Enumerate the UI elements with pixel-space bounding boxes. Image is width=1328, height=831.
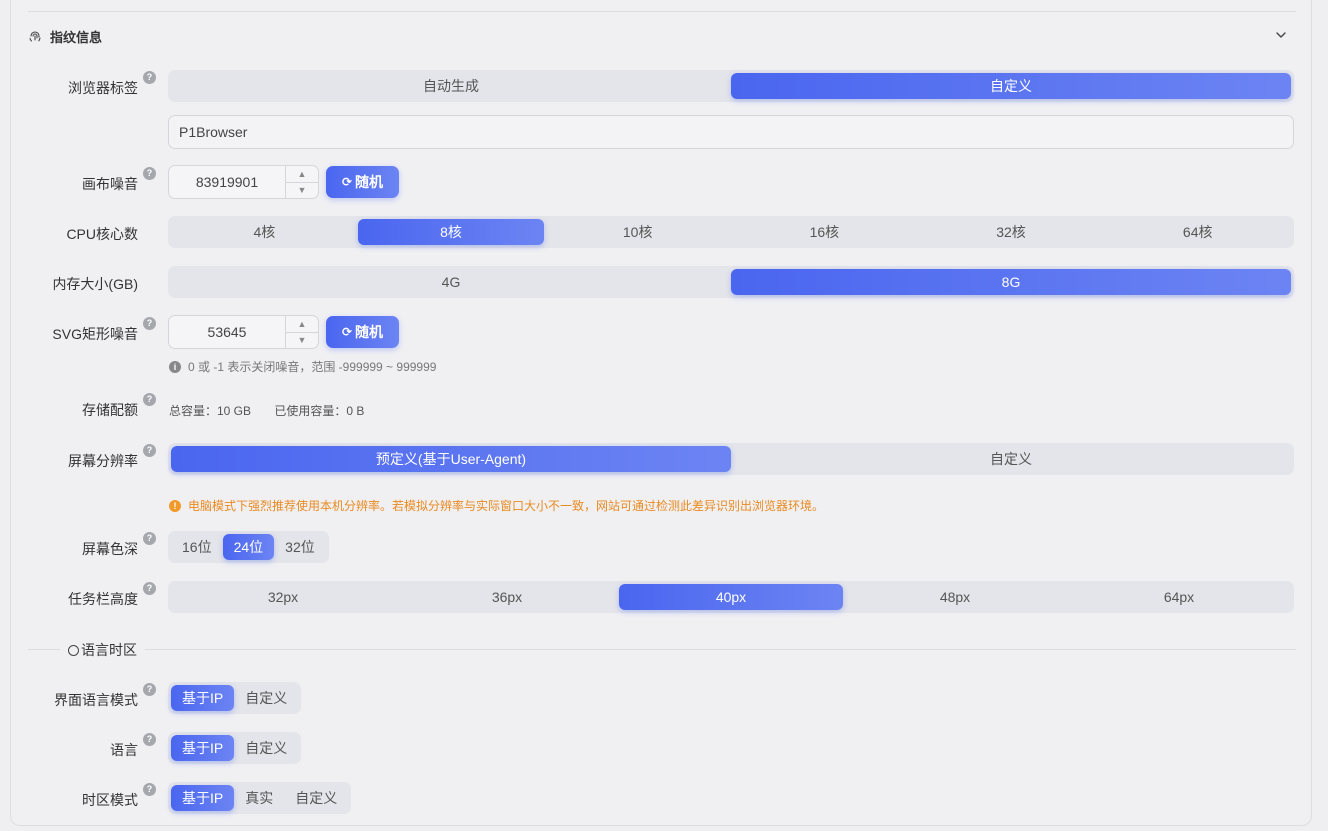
info-icon: i: [169, 360, 181, 373]
option-cpu-4[interactable]: 4核: [171, 219, 358, 245]
help-icon[interactable]: ?: [143, 532, 156, 545]
option-cpu-16[interactable]: 16核: [731, 219, 918, 245]
option-predefined[interactable]: 预定义(基于User-Agent): [171, 446, 731, 472]
taskbar-segment: 32px 36px 40px 48px 64px: [168, 581, 1294, 613]
help-icon[interactable]: ?: [143, 317, 156, 330]
option-64px[interactable]: 64px: [1067, 584, 1291, 610]
chevron-down-icon[interactable]: ▼: [286, 331, 318, 349]
svg-noise-label: SVG矩形噪音: [52, 326, 138, 342]
option-cpu-8[interactable]: 8核: [357, 219, 545, 245]
option-48px[interactable]: 48px: [843, 584, 1067, 610]
refresh-icon: ⟳: [341, 325, 353, 339]
help-icon[interactable]: ?: [143, 582, 156, 595]
chevron-down-icon[interactable]: [1274, 28, 1288, 42]
help-icon[interactable]: ?: [143, 444, 156, 457]
option-cpu-64[interactable]: 64核: [1104, 219, 1291, 245]
cpu-segment: 4核 8核 10核 16核 32核 64核: [168, 216, 1294, 248]
random-button-label: 随机: [355, 174, 384, 190]
option-32px[interactable]: 32px: [171, 584, 395, 610]
language-segment: 基于IP 自定义: [168, 732, 302, 764]
stepper-arrows: ▲ ▼: [285, 166, 318, 198]
option-ip[interactable]: 基于IP: [171, 735, 235, 761]
option-custom[interactable]: 自定义: [731, 446, 1291, 472]
browser-tag-label: 浏览器标签: [68, 80, 138, 96]
random-button-label: 随机: [355, 324, 384, 340]
resolution-warning-text: 电脑模式下强烈推荐使用本机分辨率。若模拟分辨率与实际窗口大小不一致，网站可通过检…: [188, 499, 825, 513]
refresh-icon: ⟳: [341, 175, 353, 189]
ui-lang-segment: 基于IP 自定义: [168, 682, 302, 714]
lang-section-title-text: 语言时区: [81, 642, 137, 658]
canvas-noise-stepper[interactable]: 83919901 ▲ ▼: [168, 165, 319, 199]
random-button[interactable]: ⟳ 随机: [326, 166, 399, 198]
color-depth-label: 屏幕色深: [82, 541, 138, 557]
taskbar-label: 任务栏高度: [68, 591, 138, 607]
timezone-label: 时区模式: [82, 792, 138, 808]
section-title: 指纹信息: [50, 29, 103, 45]
svg-noise-value[interactable]: 53645: [169, 316, 285, 348]
option-24bit[interactable]: 24位: [222, 534, 275, 560]
lang-section-title: 语言时区: [60, 640, 145, 660]
option-mem-8g[interactable]: 8G: [731, 269, 1291, 295]
ui-lang-label: 界面语言模式: [54, 692, 138, 708]
option-32bit[interactable]: 32位: [274, 534, 326, 560]
help-icon[interactable]: ?: [143, 733, 156, 746]
option-mem-4g[interactable]: 4G: [171, 269, 731, 295]
memory-segment: 4G 8G: [168, 266, 1294, 298]
fingerprint-icon: [29, 31, 41, 42]
option-40px[interactable]: 40px: [619, 584, 843, 610]
timezone-segment: 基于IP 真实 自定义: [168, 782, 352, 814]
option-cpu-10[interactable]: 10核: [544, 219, 731, 245]
canvas-noise-value[interactable]: 83919901: [169, 166, 285, 198]
help-icon[interactable]: ?: [143, 683, 156, 696]
stepper-arrows: ▲ ▼: [285, 316, 318, 348]
option-ip[interactable]: 基于IP: [171, 785, 235, 811]
language-label: 语言: [110, 742, 138, 758]
storage-label: 存储配额: [82, 402, 138, 418]
top-divider: [28, 11, 1296, 12]
help-icon[interactable]: ?: [143, 167, 156, 180]
cpu-label: CPU核心数: [66, 226, 138, 242]
option-16bit[interactable]: 16位: [171, 534, 223, 560]
svg-noise-hint-text: 0 或 -1 表示关闭噪音，范围 -999999 ~ 999999: [188, 360, 437, 374]
storage-info: 总容量：10 GB 已使用容量：0 B: [169, 402, 384, 419]
option-cpu-32[interactable]: 32核: [918, 219, 1105, 245]
random-button[interactable]: ⟳ 随机: [326, 316, 399, 348]
resolution-warning: ! 电脑模式下强烈推荐使用本机分辨率。若模拟分辨率与实际窗口大小不一致，网站可通…: [169, 497, 824, 514]
canvas-noise-label: 画布噪音: [82, 176, 138, 192]
help-icon[interactable]: ?: [143, 71, 156, 84]
option-real[interactable]: 真实: [234, 785, 284, 811]
option-ip[interactable]: 基于IP: [171, 685, 235, 711]
clock-icon: [68, 644, 79, 656]
storage-used: 已使用容量：0 B: [274, 404, 365, 418]
section-header-fingerprint[interactable]: 指纹信息: [28, 26, 1290, 46]
svg-noise-hint: i 0 或 -1 表示关闭噪音，范围 -999999 ~ 999999: [169, 358, 436, 375]
option-36px[interactable]: 36px: [395, 584, 619, 610]
browser-tag-segment: 自动生成 自定义: [168, 70, 1294, 102]
option-custom[interactable]: 自定义: [731, 73, 1291, 99]
resolution-segment: 预定义(基于User-Agent) 自定义: [168, 443, 1294, 475]
warning-icon: !: [169, 499, 181, 512]
option-custom[interactable]: 自定义: [234, 685, 298, 711]
memory-label: 内存大小(GB): [52, 276, 138, 292]
color-depth-segment: 16位 24位 32位: [168, 531, 329, 563]
help-icon[interactable]: ?: [143, 783, 156, 796]
chevron-up-icon[interactable]: ▲: [286, 316, 318, 332]
section-divider: [28, 649, 1296, 650]
svg-noise-stepper[interactable]: 53645 ▲ ▼: [168, 315, 319, 349]
chevron-down-icon[interactable]: ▼: [286, 181, 318, 199]
storage-total: 总容量：10 GB: [169, 404, 252, 418]
option-auto[interactable]: 自动生成: [171, 73, 731, 99]
chevron-up-icon[interactable]: ▲: [286, 166, 318, 182]
option-custom[interactable]: 自定义: [284, 785, 348, 811]
option-custom[interactable]: 自定义: [234, 735, 298, 761]
resolution-label: 屏幕分辨率: [68, 453, 138, 469]
browser-tag-input[interactable]: P1Browser: [168, 115, 1294, 149]
help-icon[interactable]: ?: [143, 393, 156, 406]
